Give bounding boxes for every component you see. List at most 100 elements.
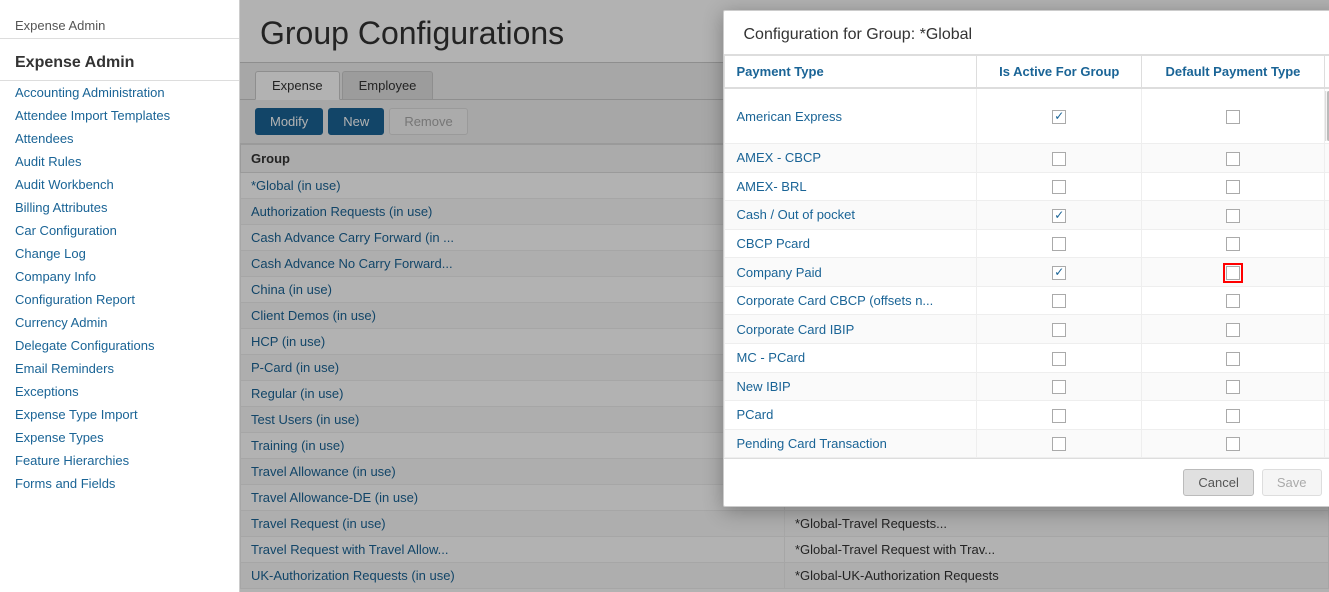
default-payment-checkbox[interactable] [1226, 294, 1240, 308]
payment-name: Cash / Out of pocket [724, 201, 977, 230]
default-payment-checkbox[interactable] [1226, 437, 1240, 451]
sidebar-item-expense-type-import[interactable]: Expense Type Import [0, 403, 239, 426]
payment-row: Pending Card Transaction [724, 429, 1329, 458]
sidebar-section-title: Expense Admin [0, 44, 239, 81]
default-cell [1142, 286, 1324, 315]
modal-table-body: American Express AMEX - CBCP AMEX- BRL C… [724, 88, 1329, 458]
is-active-cell [977, 201, 1142, 230]
is-active-cell [977, 372, 1142, 401]
default-payment-checkbox[interactable] [1226, 152, 1240, 166]
sidebar-item-forms-and-fields[interactable]: Forms and Fields [0, 472, 239, 495]
sidebar-item-car-configuration[interactable]: Car Configuration [0, 219, 239, 242]
sidebar-item-currency-admin[interactable]: Currency Admin [0, 311, 239, 334]
modal-footer: Cancel Save [724, 458, 1329, 506]
is-active-cell [977, 88, 1142, 144]
sidebar-item-audit-rules[interactable]: Audit Rules [0, 150, 239, 173]
is-active-cell [977, 286, 1142, 315]
scroll-cell [1324, 144, 1329, 173]
payment-row: New IBIP [724, 372, 1329, 401]
is-active-checkbox[interactable] [1052, 437, 1066, 451]
sidebar-item-audit-workbench[interactable]: Audit Workbench [0, 173, 239, 196]
col-default-payment: Default Payment Type [1142, 56, 1324, 89]
is-active-cell [977, 315, 1142, 344]
modal-title: Configuration for Group: *Global [744, 26, 1322, 44]
payment-name: CBCP Pcard [724, 229, 977, 258]
sidebar-item-email-reminders[interactable]: Email Reminders [0, 357, 239, 380]
modal-body: Payment Type Is Active For Group Default… [724, 55, 1329, 458]
sidebar-item-expense-types[interactable]: Expense Types [0, 426, 239, 449]
sidebar-item-feature-hierarchies[interactable]: Feature Hierarchies [0, 449, 239, 472]
default-payment-checkbox[interactable] [1226, 380, 1240, 394]
sidebar-item-attendee-import-templates[interactable]: Attendee Import Templates [0, 104, 239, 127]
is-active-checkbox[interactable] [1052, 180, 1066, 194]
sidebar-item-attendees[interactable]: Attendees [0, 127, 239, 150]
payment-row: Corporate Card IBIP [724, 315, 1329, 344]
is-active-cell [977, 258, 1142, 287]
default-payment-checkbox[interactable] [1226, 209, 1240, 223]
is-active-cell [977, 229, 1142, 258]
payment-name: Corporate Card IBIP [724, 315, 977, 344]
scroll-cell [1324, 401, 1329, 430]
payment-name: MC - PCard [724, 343, 977, 372]
scroll-cell [1324, 172, 1329, 201]
default-payment-checkbox[interactable] [1226, 352, 1240, 366]
default-payment-checkbox[interactable] [1226, 266, 1240, 280]
modal-header: Configuration for Group: *Global [724, 11, 1329, 55]
is-active-checkbox[interactable] [1052, 352, 1066, 366]
payment-name: AMEX- BRL [724, 172, 977, 201]
payment-row: Cash / Out of pocket [724, 201, 1329, 230]
sidebar-item-company-info[interactable]: Company Info [0, 265, 239, 288]
col-is-active: Is Active For Group [977, 56, 1142, 89]
default-payment-checkbox[interactable] [1226, 323, 1240, 337]
scroll-cell [1324, 258, 1329, 287]
payment-name: AMEX - CBCP [724, 144, 977, 173]
payment-row: AMEX- BRL [724, 172, 1329, 201]
is-active-checkbox[interactable] [1052, 323, 1066, 337]
scroll-cell [1324, 229, 1329, 258]
main-content: Group Configurations Expense Employee Mo… [240, 0, 1329, 592]
default-cell [1142, 343, 1324, 372]
sidebar-item-billing-attributes[interactable]: Billing Attributes [0, 196, 239, 219]
payment-row: Corporate Card CBCP (offsets n... [724, 286, 1329, 315]
save-button[interactable]: Save [1262, 469, 1322, 496]
scroll-cell [1324, 286, 1329, 315]
modal-dialog: Configuration for Group: *Global Payment… [723, 10, 1329, 507]
sidebar-item-delegate-configurations[interactable]: Delegate Configurations [0, 334, 239, 357]
default-cell [1142, 144, 1324, 173]
is-active-checkbox[interactable] [1052, 294, 1066, 308]
default-cell [1142, 201, 1324, 230]
sidebar-item-exceptions[interactable]: Exceptions [0, 380, 239, 403]
scroll-cell [1324, 372, 1329, 401]
scroll-cell [1324, 429, 1329, 458]
default-payment-checkbox[interactable] [1226, 180, 1240, 194]
sidebar-item-change-log[interactable]: Change Log [0, 242, 239, 265]
payment-name: Company Paid [724, 258, 977, 287]
is-active-checkbox[interactable] [1052, 209, 1066, 223]
is-active-cell [977, 144, 1142, 173]
is-active-checkbox[interactable] [1052, 110, 1066, 124]
scrollbar-spacer [1324, 56, 1329, 89]
is-active-checkbox[interactable] [1052, 380, 1066, 394]
sidebar-item-configuration-report[interactable]: Configuration Report [0, 288, 239, 311]
default-payment-checkbox[interactable] [1226, 409, 1240, 423]
default-payment-checkbox[interactable] [1226, 110, 1240, 124]
col-payment-type: Payment Type [724, 56, 977, 89]
sidebar-item-accounting-administration[interactable]: Accounting Administration [0, 81, 239, 104]
sidebar-links: Accounting AdministrationAttendee Import… [0, 81, 239, 495]
is-active-checkbox[interactable] [1052, 409, 1066, 423]
scroll-cell [1324, 343, 1329, 372]
is-active-checkbox[interactable] [1052, 237, 1066, 251]
is-active-cell [977, 172, 1142, 201]
scroll-cell [1324, 315, 1329, 344]
is-active-checkbox[interactable] [1052, 152, 1066, 166]
is-active-checkbox[interactable] [1052, 266, 1066, 280]
payment-row: PCard [724, 401, 1329, 430]
default-cell [1142, 429, 1324, 458]
is-active-cell [977, 429, 1142, 458]
payment-row: MC - PCard [724, 343, 1329, 372]
sidebar-top-label: Expense Admin [0, 10, 239, 38]
default-cell [1142, 401, 1324, 430]
cancel-button[interactable]: Cancel [1183, 469, 1253, 496]
default-payment-checkbox[interactable] [1226, 237, 1240, 251]
payment-table: Payment Type Is Active For Group Default… [724, 55, 1329, 458]
